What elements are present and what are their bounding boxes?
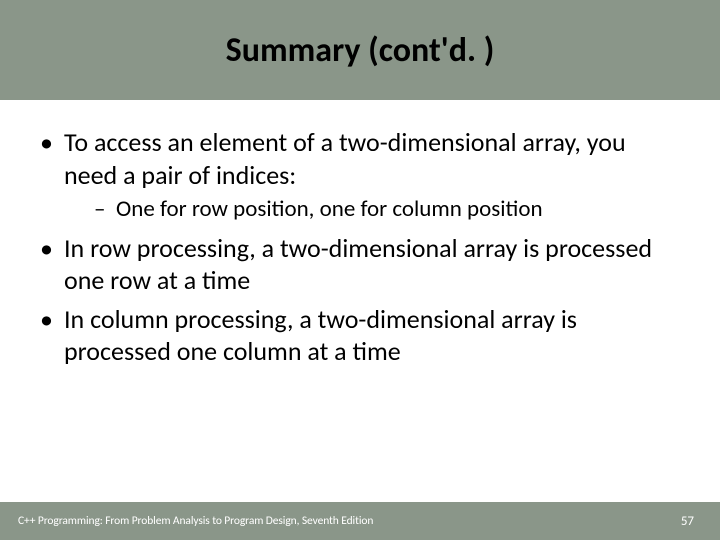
slide: Summary (cont'd. ) To access an element …: [0, 0, 720, 540]
sub-bullet: One for row position, one for column pos…: [64, 195, 684, 224]
bullet: In row processing, a two-dimensional arr…: [36, 232, 684, 297]
bullet: To access an element of a two-dimensiona…: [36, 126, 684, 224]
bullet: In column processing, a two-dimensional …: [36, 303, 684, 368]
slide-body: To access an element of a two-dimensiona…: [0, 100, 720, 502]
footer-band: C++ Programming: From Problem Analysis t…: [0, 502, 720, 540]
footer-source: C++ Programming: From Problem Analysis t…: [18, 514, 373, 528]
bullet-text: In row processing, a two-dimensional arr…: [64, 232, 652, 297]
page-number: 57: [681, 514, 694, 529]
bullet-text: In column processing, a two-dimensional …: [64, 303, 577, 368]
slide-title: Summary (cont'd. ): [226, 30, 495, 71]
title-band: Summary (cont'd. ): [0, 0, 720, 100]
bullet-text: To access an element of a two-dimensiona…: [64, 126, 626, 191]
